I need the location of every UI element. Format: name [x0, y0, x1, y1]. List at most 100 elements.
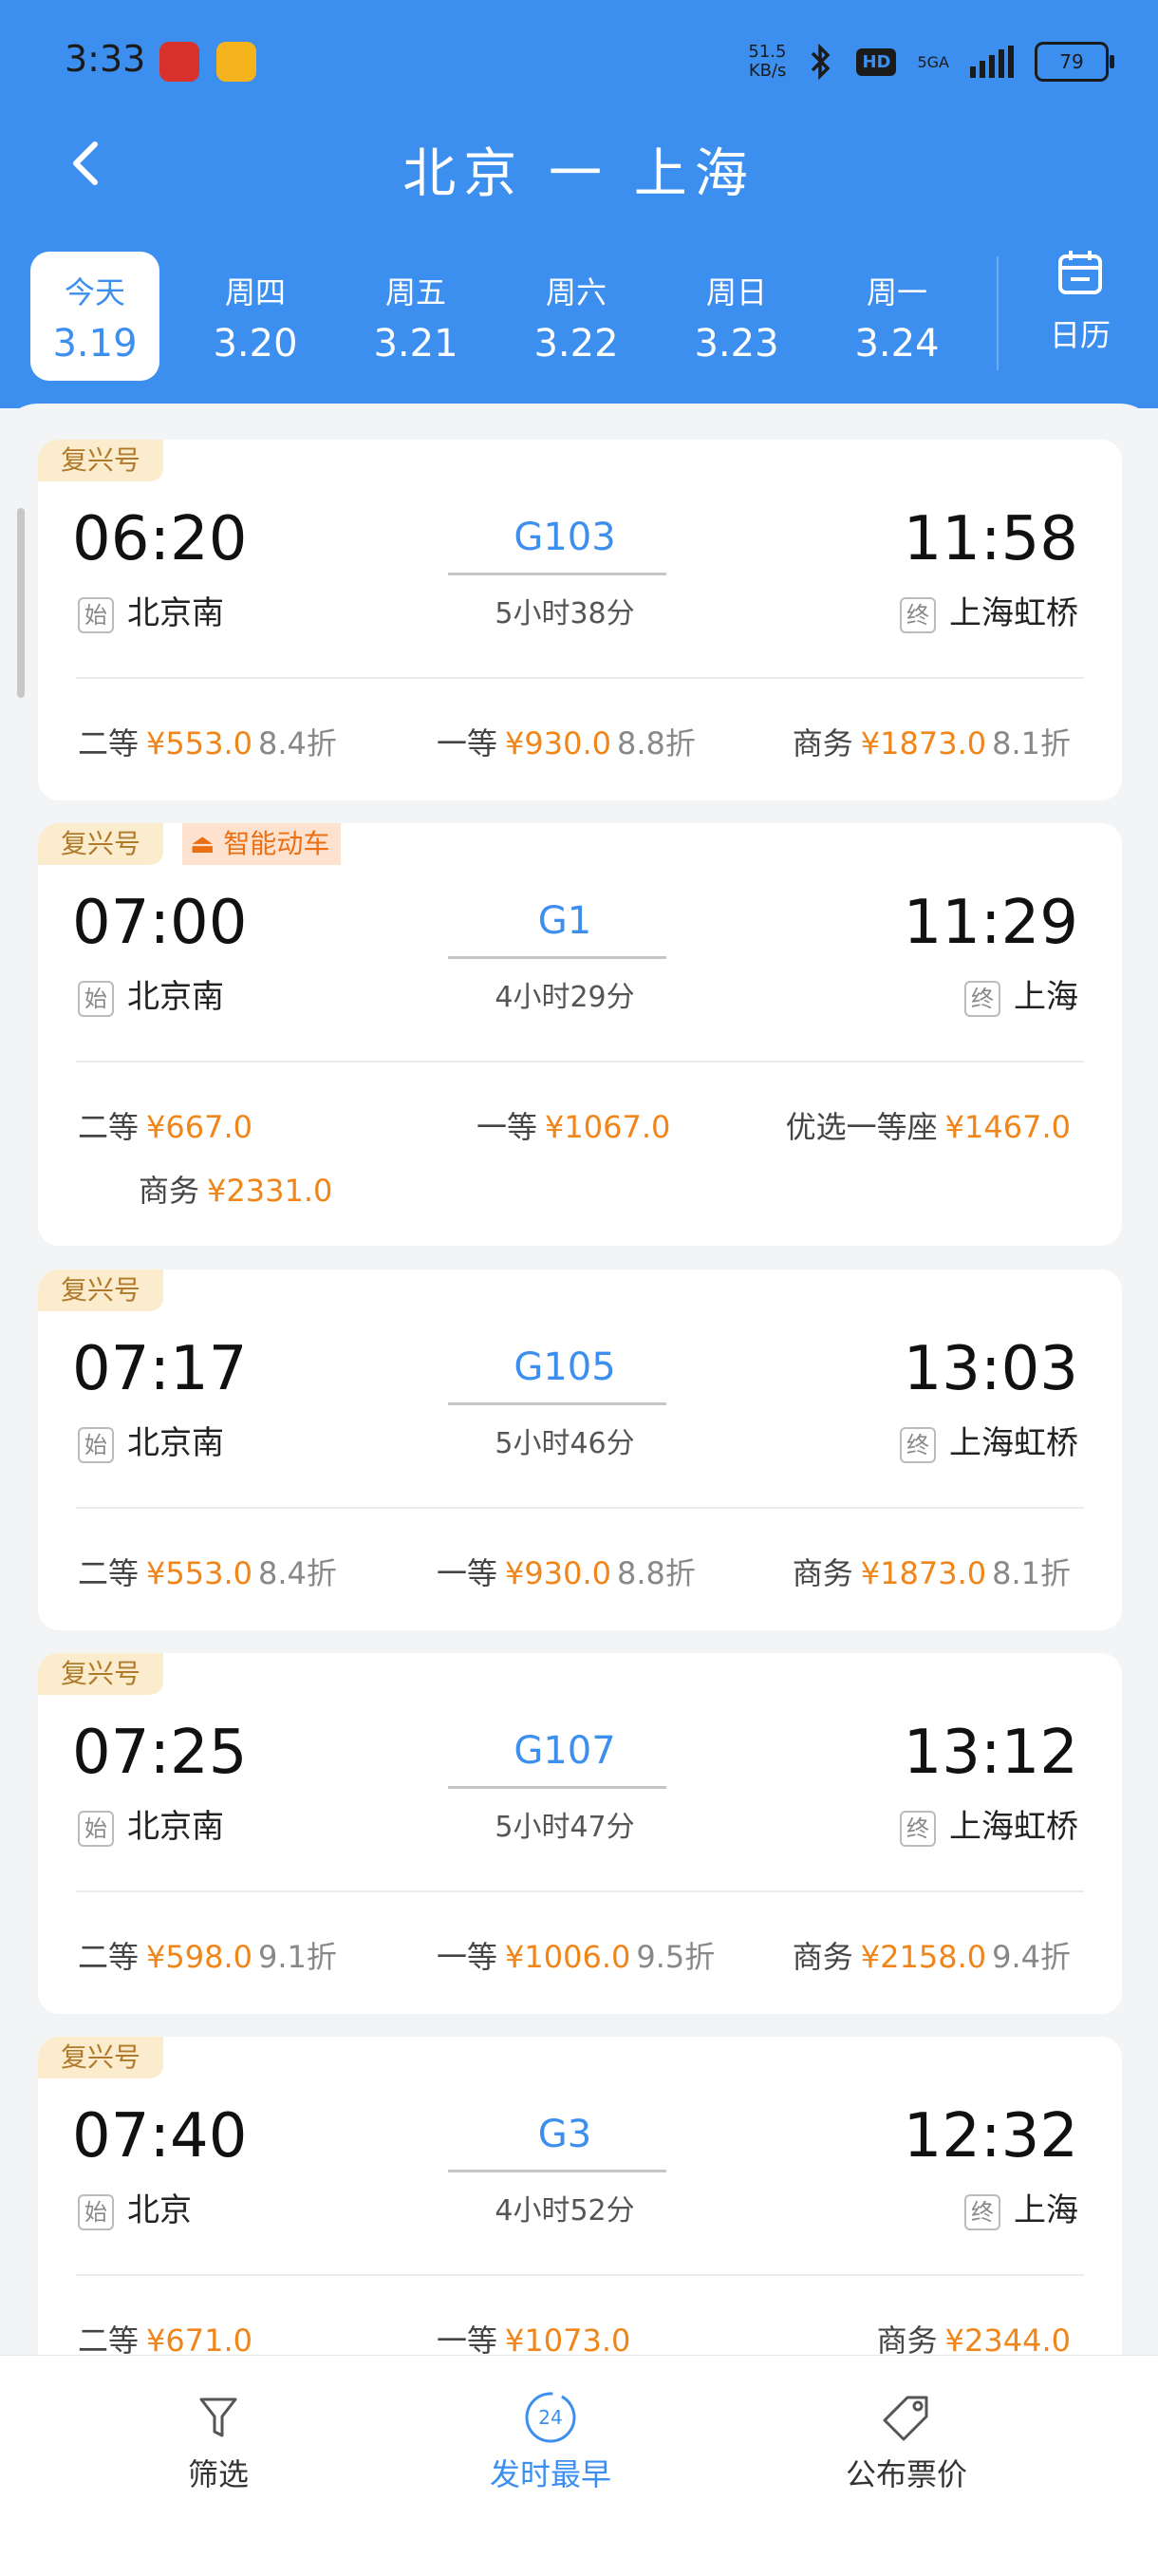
divider — [76, 1061, 1084, 1062]
notification-app-icon — [216, 42, 256, 82]
calendar-label: 日历 — [1049, 317, 1111, 353]
seat-price: 商务 ¥1873.0 8.1折 — [792, 1555, 1071, 1591]
divider — [76, 677, 1084, 679]
filter-tab[interactable]: 筛选 — [76, 2384, 361, 2494]
date-number: 3.24 — [854, 322, 940, 366]
arrival-time: 13:12 — [903, 1718, 1078, 1788]
published-fare-tab[interactable]: 公布票价 — [764, 2384, 1049, 2494]
divider — [997, 256, 999, 370]
header: 3:33 51.5 KB/s HD 5GA 79 北京 一 上海 今天 3.19 周四… — [0, 0, 1158, 408]
seat-price: 一等 ¥1006.0 9.5折 — [437, 1939, 716, 1975]
start-badge: 始 — [78, 1810, 114, 1847]
smart-train-tag: ⏏ 智能动车 — [182, 823, 342, 865]
train-card[interactable]: 复兴号 06:20 11:58 G103 5小时38分 始北京南 终上海虹桥 二等 ¥553.0… — [38, 440, 1122, 800]
end-badge: 终 — [964, 2193, 1000, 2230]
trip-duration: 4小时52分 — [495, 2194, 635, 2228]
date-tab[interactable]: 今天 3.19 — [30, 252, 159, 381]
train-number: G103 — [514, 516, 616, 559]
trip-duration: 5小时46分 — [495, 1427, 635, 1460]
date-weekday: 周五 — [384, 274, 446, 310]
departure-station: 始北京南 — [78, 970, 224, 1017]
seat-price: 二等 ¥598.0 9.1折 — [78, 1939, 337, 1975]
arrival-station: 终上海虹桥 — [900, 587, 1078, 633]
date-number: 3.22 — [533, 322, 619, 366]
train-list[interactable]: 复兴号 06:20 11:58 G103 5小时38分始北京南终上海虹桥 二等 ¥553.0… — [0, 404, 1158, 2360]
status-bar: 3:33 51.5 KB/s HD 5GA 79 — [0, 0, 1158, 123]
svg-text:24: 24 — [538, 2406, 562, 2429]
seat-price: 一等 ¥1067.0 — [476, 1109, 671, 1145]
train-card[interactable]: 复兴号 07:17 13:03 G105 5小时46分 始北京南 终上海虹桥 二等 ¥553.0… — [38, 1269, 1122, 1630]
date-selector: 今天 3.19 周四 3.20 周五 3.21 周六 3.22 周日 3.23 周一 3.24 — [30, 252, 1027, 381]
train-type-tag: 复兴号 — [38, 823, 164, 865]
end-badge: 终 — [900, 1810, 936, 1847]
departure-time: 06:20 — [72, 504, 248, 574]
divider — [76, 1890, 1084, 1892]
start-badge: 始 — [78, 1426, 114, 1463]
date-tab[interactable]: 周六 3.22 — [512, 252, 641, 381]
seat-price: 一等 ¥930.0 8.8折 — [437, 725, 696, 762]
departure-station: 始北京南 — [78, 1417, 224, 1463]
notification-app-icon — [159, 42, 199, 82]
train-card[interactable]: 复兴号 07:25 13:12 G107 5小时47分 始北京南 终上海虹桥 二等 ¥598.0… — [38, 1653, 1122, 2014]
seat-price: 一等 ¥1073.0 — [437, 2322, 631, 2359]
date-tab[interactable]: 周一 3.24 — [832, 252, 962, 381]
sort-earliest-label: 发时最早 — [489, 2456, 611, 2492]
train-type-tag: 复兴号 — [38, 2037, 164, 2078]
calendar-button[interactable]: 日历 — [1023, 249, 1137, 355]
seat-price: 二等 ¥553.0 8.4折 — [78, 725, 337, 762]
seat-price: 二等 ¥671.0 — [78, 2322, 252, 2359]
seat-price: 优选一等座 ¥1467.0 — [785, 1109, 1071, 1145]
departure-station: 始北京南 — [78, 587, 224, 633]
seat-price: 商务 ¥2331.0 — [139, 1173, 333, 1209]
arrival-station: 终上海虹桥 — [900, 1800, 1078, 1847]
date-tab[interactable]: 周五 3.21 — [351, 252, 480, 381]
arrival-station: 终上海 — [964, 2184, 1078, 2230]
date-weekday: 今天 — [64, 274, 125, 310]
train-number: G105 — [514, 1345, 616, 1389]
sort-earliest-tab[interactable]: 24 发时最早 — [408, 2384, 693, 2494]
date-tab[interactable]: 周四 3.20 — [191, 252, 320, 381]
train-type-tag: 复兴号 — [38, 440, 164, 481]
filter-icon — [199, 2397, 237, 2437]
status-time: 3:33 — [65, 38, 146, 80]
trip-duration: 5小时38分 — [495, 597, 635, 630]
arrival-time: 11:29 — [903, 888, 1078, 958]
train-type-tag: 复兴号 — [38, 1653, 164, 1695]
clock-24-icon: 24 — [525, 2392, 576, 2443]
date-weekday: 周一 — [866, 274, 927, 310]
network-type: 5GA — [917, 52, 949, 71]
seat-price: 二等 ¥553.0 8.4折 — [78, 1555, 337, 1591]
route-line — [448, 1786, 666, 1789]
date-tab[interactable]: 周日 3.23 — [672, 252, 801, 381]
scrollbar[interactable] — [17, 508, 25, 698]
route-line — [448, 956, 666, 959]
train-card[interactable]: 复兴号 07:40 12:32 G3 4小时52分 始北京 终上海 二等 ¥671.0 一等 ¥10… — [38, 2037, 1122, 2360]
train-icon: ⏏ — [190, 828, 224, 859]
page-title: 北京 一 上海 — [402, 143, 756, 205]
date-number: 3.23 — [694, 322, 779, 366]
network-speed: 51.5 KB/s — [748, 42, 787, 81]
departure-time: 07:17 — [72, 1334, 248, 1404]
route-line — [448, 573, 666, 575]
train-number: G1 — [537, 899, 592, 943]
calendar-icon — [1058, 251, 1102, 294]
seat-price: 商务 ¥2344.0 — [876, 2322, 1071, 2359]
arrival-time: 13:03 — [903, 1334, 1078, 1404]
status-indicators: 51.5 KB/s HD 5GA 79 — [748, 38, 1114, 85]
start-badge: 始 — [78, 2193, 114, 2230]
date-number: 3.21 — [373, 322, 458, 366]
train-card[interactable]: 复兴号 ⏏ 智能动车 07:00 11:29 G1 4小时29分 始北京南 终上海 二等 ¥667… — [38, 823, 1122, 1246]
end-badge: 终 — [900, 1426, 936, 1463]
trip-duration: 5小时47分 — [495, 1811, 635, 1844]
seat-price: 商务 ¥1873.0 8.1折 — [792, 725, 1071, 762]
hd-voice-icon: HD — [856, 47, 897, 76]
seat-price: 二等 ¥667.0 — [78, 1109, 252, 1145]
date-number: 3.19 — [52, 322, 138, 366]
price-tag-icon — [883, 2396, 928, 2441]
end-badge: 终 — [964, 980, 1000, 1017]
start-badge: 始 — [78, 596, 114, 633]
signal-strength-icon — [970, 46, 1014, 78]
train-number: G107 — [514, 1729, 616, 1773]
bluetooth-icon — [812, 43, 831, 81]
battery-icon: 79 — [1035, 42, 1114, 82]
